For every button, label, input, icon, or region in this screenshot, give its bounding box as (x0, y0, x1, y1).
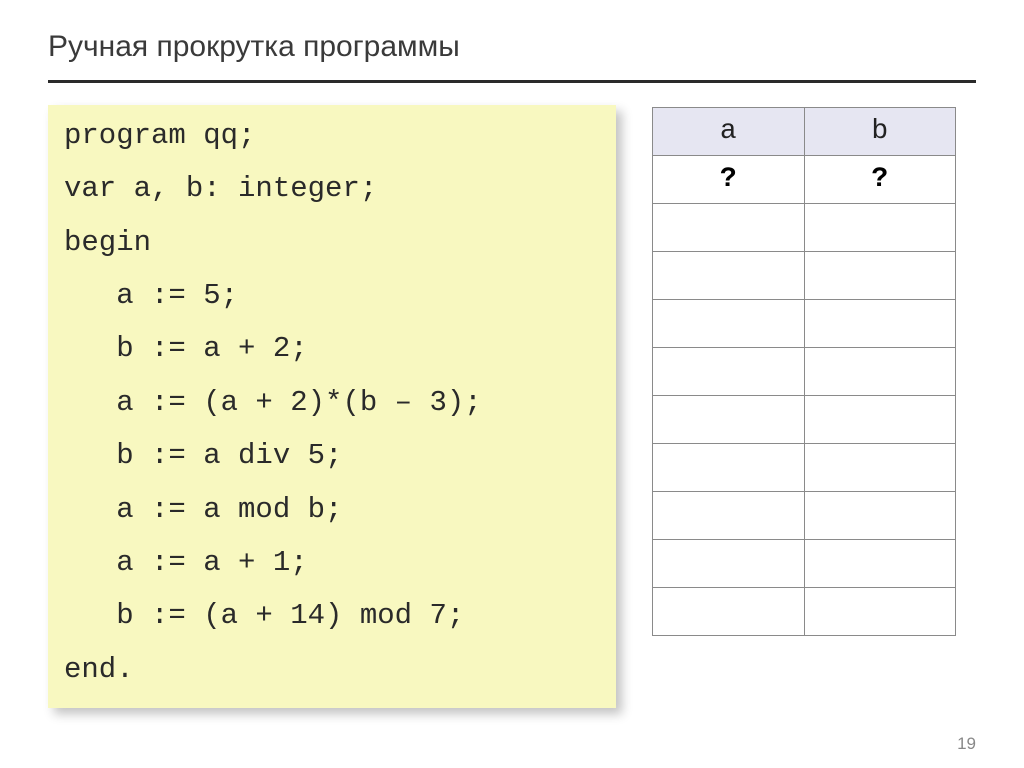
cell (804, 204, 956, 252)
code-block: program qq; var a, b: integer; begin a :… (48, 105, 616, 708)
code-line: program qq; (64, 109, 600, 162)
cell (653, 540, 805, 588)
table-row (653, 588, 956, 636)
cell (653, 444, 805, 492)
table-row (653, 396, 956, 444)
cell (804, 252, 956, 300)
trace-table: a b ? ? (652, 107, 956, 636)
code-line: b := a div 5; (64, 429, 600, 482)
cell (804, 540, 956, 588)
table-header-row: a b (653, 108, 956, 156)
cell (804, 300, 956, 348)
content-area: program qq; var a, b: integer; begin a :… (0, 105, 1024, 708)
cell (804, 492, 956, 540)
cell (653, 348, 805, 396)
cell (804, 348, 956, 396)
cell (804, 444, 956, 492)
code-line: a := (a + 2)*(b – 3); (64, 376, 600, 429)
col-header-a: a (653, 108, 805, 156)
code-line: begin (64, 216, 600, 269)
code-line: a := 5; (64, 269, 600, 322)
cell (804, 588, 956, 636)
code-line: var a, b: integer; (64, 162, 600, 215)
title-divider (48, 80, 976, 83)
table-row: ? ? (653, 156, 956, 204)
table-row (653, 252, 956, 300)
table-row (653, 348, 956, 396)
code-line: end. (64, 643, 600, 696)
table-row (653, 492, 956, 540)
cell: ? (804, 156, 956, 204)
cell (653, 300, 805, 348)
code-line: b := a + 2; (64, 322, 600, 375)
table-row (653, 540, 956, 588)
page-title: Ручная прокрутка программы (0, 0, 1024, 74)
table-row (653, 204, 956, 252)
table-row (653, 300, 956, 348)
cell (653, 492, 805, 540)
cell (653, 204, 805, 252)
page-number: 19 (957, 734, 976, 754)
code-line: a := a mod b; (64, 483, 600, 536)
col-header-b: b (804, 108, 956, 156)
code-line: b := (a + 14) mod 7; (64, 589, 600, 642)
cell (653, 252, 805, 300)
table-row (653, 444, 956, 492)
cell: ? (653, 156, 805, 204)
cell (804, 396, 956, 444)
code-line: a := a + 1; (64, 536, 600, 589)
cell (653, 588, 805, 636)
cell (653, 396, 805, 444)
